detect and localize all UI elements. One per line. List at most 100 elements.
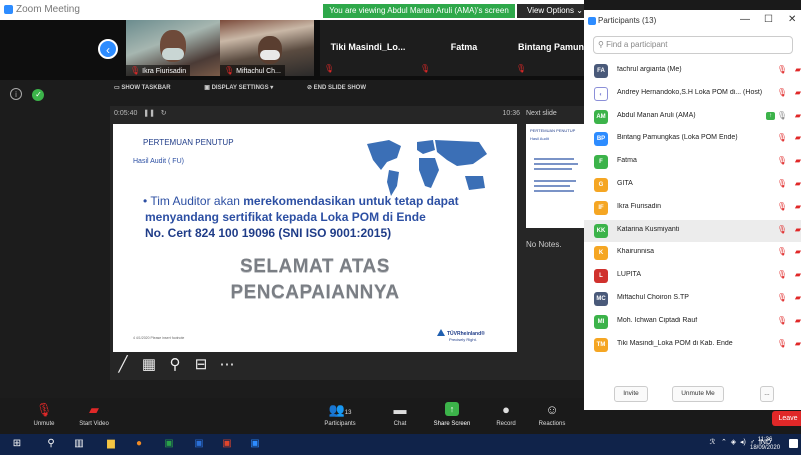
- powerpoint-icon[interactable]: ▣: [220, 437, 234, 451]
- minimize-icon[interactable]: —: [740, 14, 750, 25]
- end-slide-show-button[interactable]: ⊘ END SLIDE SHOW: [307, 85, 382, 91]
- participant-row[interactable]: TM Tiki Masindi_Loka POM di Kab. Ende 🎙 ▰: [584, 334, 801, 357]
- zoom-taskbar-icon[interactable]: ▣: [248, 437, 262, 451]
- mic-off-icon: 🎙: [776, 65, 787, 74]
- chat-button[interactable]: ▬ Chat: [370, 402, 430, 427]
- notification-icon[interactable]: [789, 439, 798, 448]
- next-slide-preview[interactable]: PERTEMUAN PENUTUP Hasil Audit: [526, 124, 584, 228]
- participant-name: Tiki Masindi_Loka POM di Kab. Ende: [617, 339, 733, 347]
- file-explorer-icon[interactable]: ▆: [104, 437, 118, 451]
- unmute-me-button[interactable]: Unmute Me: [672, 386, 724, 402]
- see-all-slides-icon[interactable]: ▦: [140, 356, 158, 374]
- slide-subtitle: Hasil Audit ( FU): [133, 158, 184, 165]
- more-options-icon[interactable]: ⋯: [218, 356, 236, 374]
- start-video-button[interactable]: ▰ Start Video: [64, 402, 124, 427]
- slide-bullet: • Tim Auditor akan merekomendasikan untu…: [143, 194, 459, 208]
- network-icon[interactable]: ◈: [731, 439, 736, 446]
- video-off-icon: ▰: [794, 315, 801, 325]
- view-options-button[interactable]: View Options ⌄: [517, 4, 584, 18]
- participant-row[interactable]: L LUPITA 🎙 ▰: [584, 265, 801, 288]
- reset-timer-icon[interactable]: ↻: [161, 110, 167, 117]
- participant-row[interactable]: KK Katarina Kusmiyanti 🎙 ▰: [584, 219, 801, 243]
- viewing-screen-banner: You are viewing Abdul Manan Aruli (AMA)'…: [323, 4, 515, 18]
- video-tile-ikra[interactable]: 🎙 Ikra Fiurisadin: [126, 20, 220, 76]
- video-off-icon: ▰: [794, 201, 801, 211]
- participant-row[interactable]: FA fachrul argianta (Me) 🎙 ▰: [584, 60, 801, 83]
- next-slide-text-line: [534, 180, 576, 182]
- participant-row[interactable]: K Khairunnisa 🎙 ▰: [584, 242, 801, 265]
- next-slide-subtitle: Hasil Audit: [530, 136, 549, 141]
- participants-panel: Participants (13) — ☐ ✕ ⚲ Find a partici…: [584, 10, 801, 410]
- participant-name: Bintang Pamungkas (Loka POM Ende): [617, 134, 738, 142]
- congratulations-heading: SELAMAT ATAS: [240, 256, 390, 277]
- face-mask-shape: [162, 48, 184, 60]
- current-slide[interactable]: PERTEMUAN PENUTUP Hasil Audit ( FU) • Ti…: [113, 124, 517, 352]
- invite-button[interactable]: Invite: [614, 386, 648, 402]
- close-icon[interactable]: ✕: [788, 14, 796, 25]
- zoom-app-icon: [4, 5, 13, 14]
- mic-off-icon: 🎙: [776, 156, 787, 166]
- participant-row[interactable]: ◐ Andrey Hernandoko,S.H Loka POM di... (H…: [584, 83, 801, 106]
- word-icon[interactable]: ▣: [192, 437, 206, 451]
- pen-icon[interactable]: ╱: [114, 356, 132, 374]
- slideshow-toolbar: ▭ SHOW TASKBAR ▣ DISPLAY SETTINGS ▾ ⊘ EN…: [114, 84, 398, 91]
- map-europe: [417, 140, 435, 154]
- participant-row[interactable]: AM Abdul Manan Aruli (AMA) ↑ 🎙 ▰: [584, 106, 801, 129]
- volume-icon[interactable]: ◂): [740, 439, 746, 446]
- firefox-icon[interactable]: ●: [132, 437, 146, 451]
- share-screen-button[interactable]: ↑ Share Screen: [422, 402, 482, 427]
- display-settings-button[interactable]: ▣ DISPLAY SETTINGS ▾: [204, 85, 289, 91]
- windows-start-icon[interactable]: ⊞: [10, 437, 24, 451]
- chat-icon: ▬: [393, 402, 407, 417]
- search-icon: ⚲: [598, 40, 604, 49]
- video-off-icon: ▰: [794, 156, 801, 166]
- tuv-rheinland-logo: TÜVRheinland® Precisely Right.: [437, 329, 485, 343]
- leave-meeting-button[interactable]: Leave: [772, 411, 801, 426]
- participant-row[interactable]: G GITA 🎙 ▰: [584, 174, 801, 197]
- taskbar-clock[interactable]: 11:36 18/09/2020: [750, 436, 780, 452]
- tuv-triangle-icon: [437, 329, 445, 336]
- people-icon[interactable]: ℛ: [710, 439, 716, 446]
- participant-name: Moh. Ichwan Ciptadi Rauf: [617, 316, 698, 324]
- video-tile-miftachul[interactable]: 🎙 Miftachul Ch...: [220, 20, 314, 76]
- avatar: KK: [594, 223, 608, 238]
- name-tile-fatma[interactable]: Fatma 🎙: [416, 20, 512, 76]
- black-screen-icon[interactable]: ⊟: [192, 356, 210, 374]
- participant-search-input[interactable]: ⚲ Find a participant: [593, 36, 793, 54]
- map-australia: [465, 176, 485, 190]
- reactions-button[interactable]: ☺ Reactions: [522, 402, 582, 427]
- participant-name: Miftachul Choiron S.TP: [617, 293, 689, 301]
- show-taskbar-button[interactable]: ▭ SHOW TASKBAR: [114, 85, 187, 91]
- task-view-icon[interactable]: ▥: [72, 437, 86, 451]
- tray-chevron-icon[interactable]: ⌃: [721, 439, 727, 446]
- maximize-icon[interactable]: ☐: [764, 14, 773, 25]
- slide-bullet-line-2: menyandang sertifikat kepada Loka POM di…: [145, 210, 426, 224]
- participants-button[interactable]: 👥13 Participants: [310, 402, 370, 427]
- participant-row[interactable]: IF Ikra Fiurisadin 🎙 ▰: [584, 197, 801, 220]
- participant-row[interactable]: MI Moh. Ichwan Ciptadi Rauf 🎙 ▰: [584, 311, 801, 334]
- participant-row[interactable]: MC Miftachul Choiron S.TP 🎙 ▰: [584, 288, 801, 311]
- mic-off-icon: 🎙: [130, 66, 141, 75]
- info-icon[interactable]: i: [10, 88, 22, 100]
- mic-off-icon: 🎙: [776, 247, 787, 257]
- participant-name: Bintang Pamun: [518, 42, 585, 52]
- face-mask-shape: [260, 50, 280, 60]
- excel-icon[interactable]: ▣: [162, 437, 176, 451]
- pause-timer-icon[interactable]: ❚❚: [143, 110, 155, 117]
- name-tile-bintang[interactable]: Bintang Pamun 🎙: [512, 20, 584, 76]
- video-off-icon: ▰: [89, 402, 99, 417]
- avatar: TM: [594, 337, 608, 352]
- participant-row[interactable]: F Fatma 🎙 ▰: [584, 151, 801, 174]
- participant-name: Fatma: [450, 42, 478, 52]
- zoom-magnifier-icon[interactable]: ⚲: [166, 356, 184, 374]
- participant-list: FA fachrul argianta (Me) 🎙 ▰ ◐ Andrey Hernand…: [584, 60, 801, 356]
- name-tile-tiki[interactable]: Tiki Masindi_Lo... 🎙: [320, 20, 416, 76]
- more-button[interactable]: ...: [760, 386, 774, 402]
- mic-off-icon: 🎙: [224, 66, 235, 75]
- speaker-notes: No Notes.: [526, 240, 562, 249]
- mic-off-icon: 🎙: [776, 338, 787, 348]
- participant-row[interactable]: BP Bintang Pamungkas (Loka POM Ende) 🎙 ▰: [584, 128, 801, 151]
- previous-page-button[interactable]: ‹: [98, 39, 118, 59]
- shield-icon[interactable]: ✓: [32, 89, 45, 101]
- search-icon[interactable]: ⚲: [44, 437, 58, 451]
